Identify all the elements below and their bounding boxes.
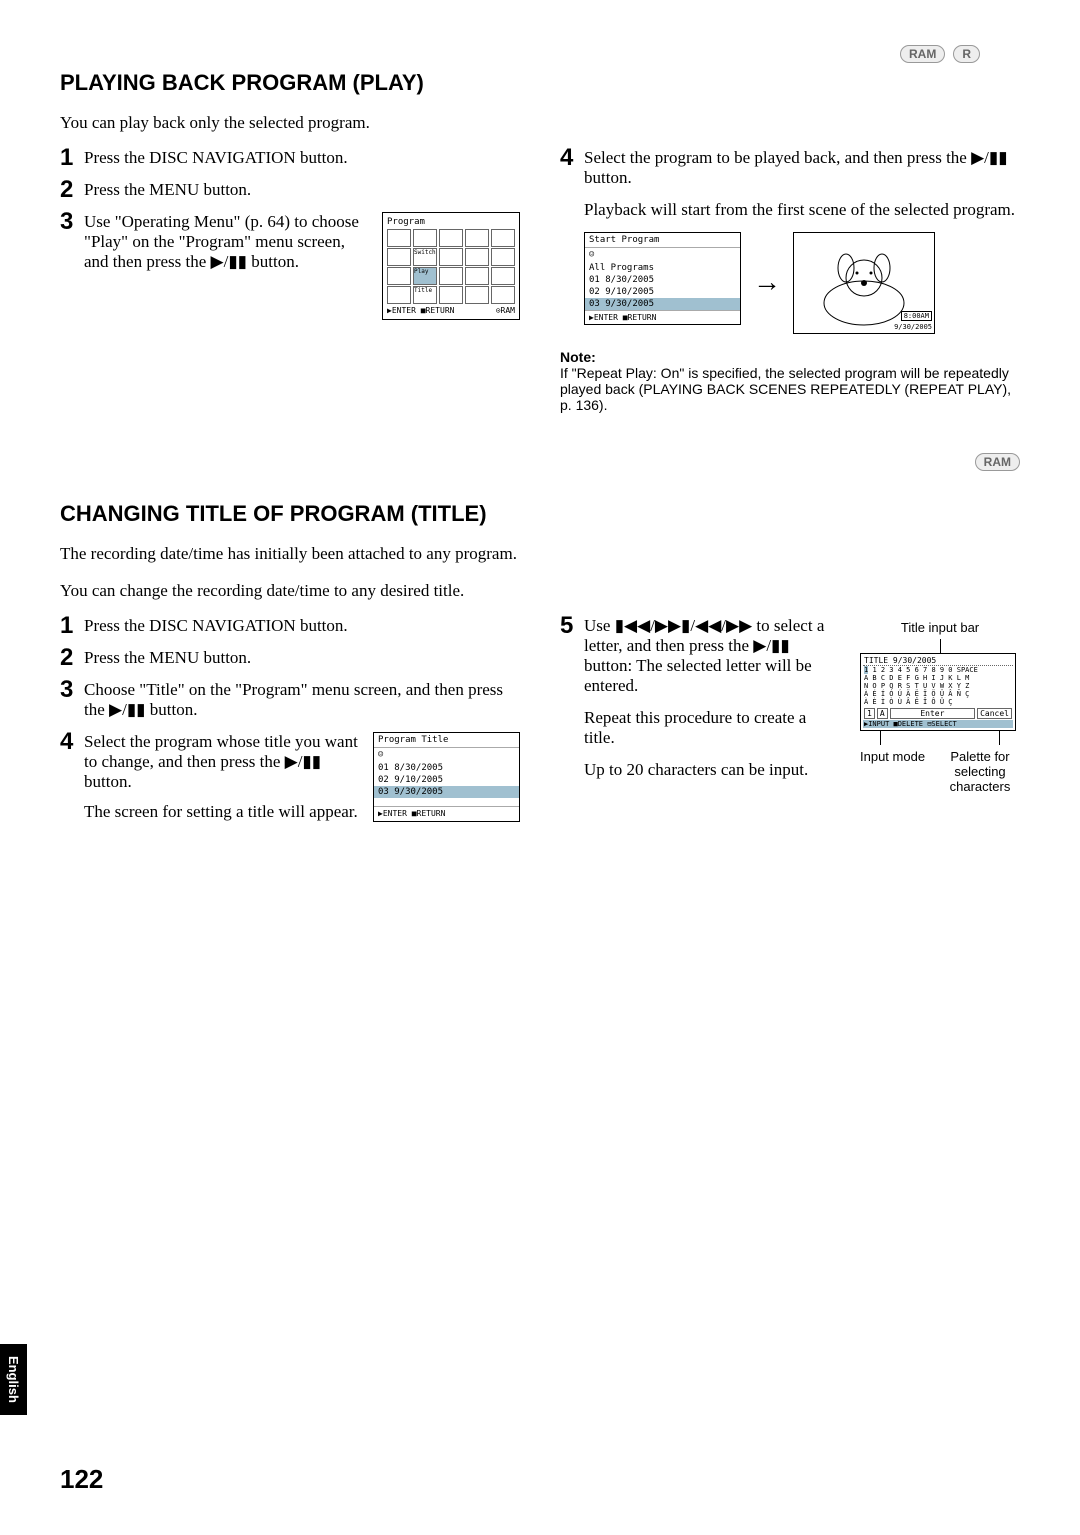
title-step-5c: Up to 20 characters can be input. bbox=[560, 760, 840, 780]
badge-ram-2: RAM bbox=[975, 453, 1020, 471]
play-step-1: 1 Press the DISC NAVIGATION button. bbox=[60, 148, 520, 168]
language-tab: English bbox=[0, 1344, 27, 1415]
play-step-4: 4 Select the program to be played back, … bbox=[560, 148, 1020, 188]
title-intro-2: You can change the recording date/time t… bbox=[60, 581, 1020, 601]
play-intro: You can play back only the selected prog… bbox=[60, 113, 1020, 133]
badge-ram: RAM bbox=[900, 45, 945, 63]
annot-title-input-bar: Title input bar bbox=[860, 620, 1020, 635]
start-program-screen: Start Program ☺ All Programs 01 8/30/200… bbox=[584, 232, 741, 325]
play-note: Note: If "Repeat Play: On" is specified,… bbox=[560, 349, 1020, 413]
title-step-4: 4 Select the program whose title you wan… bbox=[60, 732, 520, 822]
title-keyboard-screen: TITLE 9/30/2005 1 1 2 3 4 5 6 7 8 9 0 SP… bbox=[860, 653, 1016, 731]
title-step-1: 1 Press the DISC NAVIGATION button. bbox=[60, 616, 520, 636]
program-title-screen: Program Title ☺ 01 8/30/2005 02 9/10/200… bbox=[373, 732, 520, 822]
program-menu-screen: Program Switch Play Title ▶ENTER ■RETURN… bbox=[382, 212, 520, 320]
heading-title: CHANGING TITLE OF PROGRAM (TITLE) bbox=[60, 501, 1020, 527]
playback-preview: 8:00AM 9/30/2005 bbox=[793, 232, 935, 334]
format-badges: RAM R bbox=[896, 45, 980, 63]
heading-play: PLAYING BACK PROGRAM (PLAY) bbox=[60, 70, 1020, 96]
annot-input-mode: Input mode bbox=[860, 749, 940, 764]
play-step-2: 2 Press the MENU button. bbox=[60, 180, 520, 200]
arrow-icon: → bbox=[745, 267, 789, 299]
title-step-5b: Repeat this procedure to create a title. bbox=[560, 708, 840, 748]
title-intro-1: The recording date/time has initially be… bbox=[60, 544, 1020, 564]
badge-r: R bbox=[953, 45, 980, 63]
play-step-4-note: Playback will start from the first scene… bbox=[560, 200, 1020, 220]
annot-palette: Palette for selecting characters bbox=[940, 749, 1020, 794]
play-step-3: 3 Use "Operating Menu" (p. 64) to choose… bbox=[60, 212, 520, 320]
page-number: 122 bbox=[60, 1464, 103, 1495]
title-step-5: 5 Use ▮◀◀/▶▶▮/◀◀/▶▶ to select a letter, … bbox=[560, 616, 840, 696]
title-step-3: 3 Choose "Title" on the "Program" menu s… bbox=[60, 680, 520, 720]
title-step-2: 2 Press the MENU button. bbox=[60, 648, 520, 668]
